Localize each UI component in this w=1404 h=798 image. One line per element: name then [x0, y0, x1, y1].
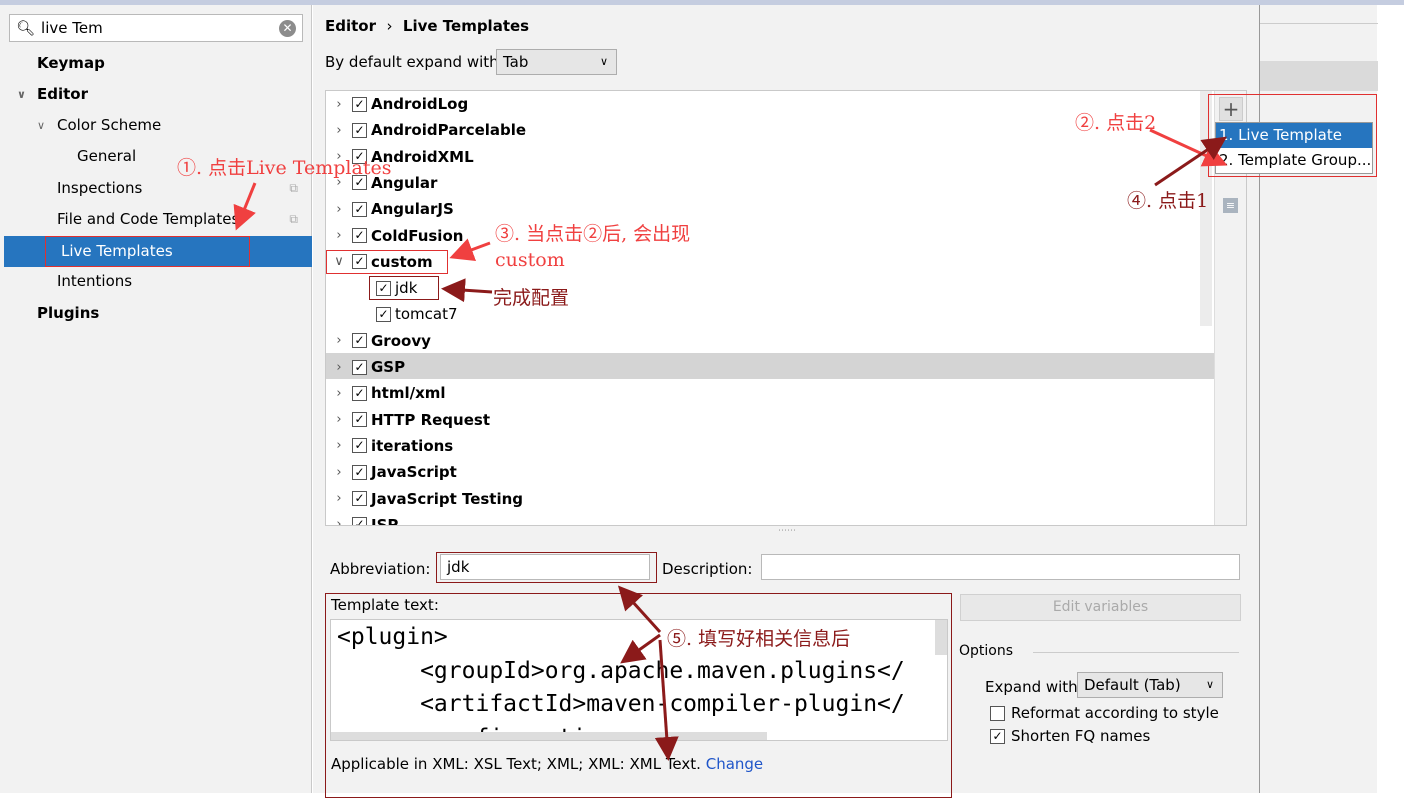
annotation-arrows [233, 128, 1228, 761]
arrow [441, 278, 493, 303]
arrow [449, 238, 491, 261]
arrow [620, 633, 661, 664]
arrow [654, 639, 679, 761]
arrow [617, 585, 662, 634]
arrow [233, 182, 257, 231]
